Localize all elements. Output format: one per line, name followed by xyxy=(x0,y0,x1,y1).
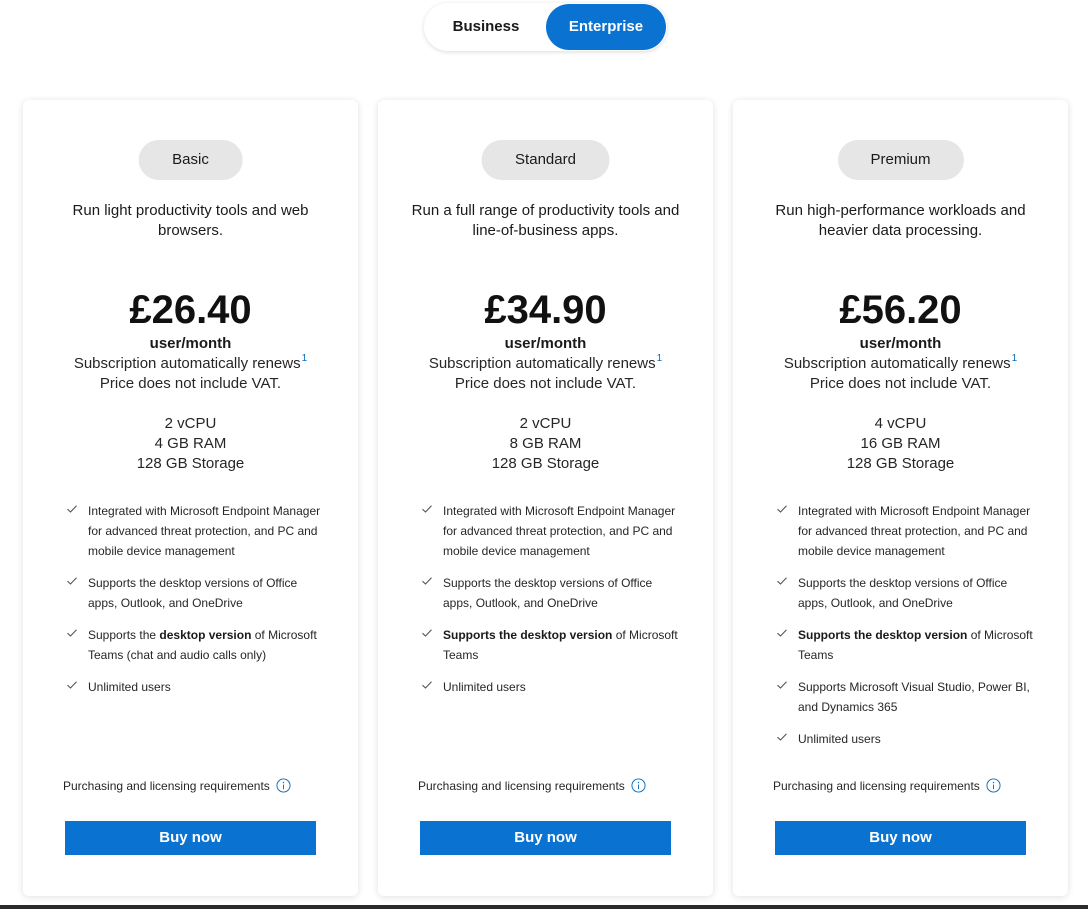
feature-text: Supports the xyxy=(88,628,160,642)
spec-cpu: 4 vCPU xyxy=(874,415,927,432)
feature-text: Integrated with Microsoft Endpoint Manag… xyxy=(798,504,1031,558)
checkmark-icon xyxy=(777,505,787,513)
business-toggle-button[interactable]: Business xyxy=(426,4,546,50)
renewal-text: Subscription automatically renews xyxy=(73,355,301,372)
feature-text: Integrated with Microsoft Endpoint Manag… xyxy=(443,504,676,558)
feature-list: Integrated with Microsoft Endpoint Manag… xyxy=(774,501,1036,761)
feature-text: Integrated with Microsoft Endpoint Manag… xyxy=(88,504,321,558)
spec-ram: 8 GB RAM xyxy=(509,435,582,452)
purchasing-requirements-link[interactable]: Purchasing and licensing requirements xyxy=(773,776,1001,796)
spec-storage: 128 GB Storage xyxy=(491,455,600,472)
plan-description: Run a full range of productivity tools a… xyxy=(411,202,680,239)
plan-specs: 2 vCPU 4 GB RAM 128 GB Storage xyxy=(23,414,358,474)
plan-description: Run high-performance workloads and heavi… xyxy=(775,202,1026,239)
buy-now-button[interactable]: Buy now xyxy=(420,821,671,855)
feature-list: Integrated with Microsoft Endpoint Manag… xyxy=(64,501,326,709)
checkmark-icon xyxy=(422,505,432,513)
spec-cpu: 2 vCPU xyxy=(519,415,572,432)
vat-note: Price does not include VAT. xyxy=(809,375,992,392)
price-unit: user/month xyxy=(504,335,587,352)
buy-now-button[interactable]: Buy now xyxy=(65,821,316,855)
checkmark-icon xyxy=(422,629,432,637)
purchasing-requirements-link[interactable]: Purchasing and licensing requirements xyxy=(418,776,646,796)
renewal-note: Subscription automatically renews1 xyxy=(23,354,358,374)
checkmark-icon xyxy=(777,577,787,585)
price-unit: user/month xyxy=(859,335,942,352)
renewal-note: Subscription automatically renews1 xyxy=(733,354,1068,374)
spec-cpu: 2 vCPU xyxy=(164,415,217,432)
spec-storage: 128 GB Storage xyxy=(136,455,245,472)
buy-now-button[interactable]: Buy now xyxy=(775,821,1026,855)
plan-card-standard: Standard Run a full range of productivit… xyxy=(378,100,713,896)
feature-text: Supports the desktop versions of Office … xyxy=(798,576,1008,610)
renewal-text: Subscription automatically renews xyxy=(428,355,656,372)
checkmark-icon xyxy=(67,577,77,585)
plan-price: £34.90 xyxy=(484,288,607,332)
feature-item: Unlimited users xyxy=(774,729,1036,749)
checkmark-icon xyxy=(777,629,787,637)
renewal-note: Subscription automatically renews1 xyxy=(378,354,713,374)
spec-ram: 16 GB RAM xyxy=(860,435,941,452)
feature-item: Supports the desktop versions of Office … xyxy=(64,573,326,613)
checkmark-icon xyxy=(422,577,432,585)
feature-text-emphasis: Supports the desktop version xyxy=(798,628,968,642)
feature-item: Integrated with Microsoft Endpoint Manag… xyxy=(64,501,326,561)
renewal-text: Subscription automatically renews xyxy=(783,355,1011,372)
spec-ram: 4 GB RAM xyxy=(154,435,227,452)
feature-item: Supports the desktop versions of Office … xyxy=(419,573,681,613)
feature-item: Supports Microsoft Visual Studio, Power … xyxy=(774,677,1036,717)
feature-item: Integrated with Microsoft Endpoint Manag… xyxy=(419,501,681,561)
info-icon[interactable] xyxy=(276,778,291,793)
checkmark-icon xyxy=(777,681,787,689)
feature-item: Supports the desktop version of Microsof… xyxy=(64,625,326,665)
vat-note: Price does not include VAT. xyxy=(454,375,637,392)
checkmark-icon xyxy=(67,681,77,689)
enterprise-toggle-button[interactable]: Enterprise xyxy=(546,4,666,50)
feature-item: Integrated with Microsoft Endpoint Manag… xyxy=(774,501,1036,561)
checkmark-icon xyxy=(777,733,787,741)
price-unit: user/month xyxy=(149,335,232,352)
info-icon[interactable] xyxy=(631,778,646,793)
plan-specs: 2 vCPU 8 GB RAM 128 GB Storage xyxy=(378,414,713,474)
feature-list: Integrated with Microsoft Endpoint Manag… xyxy=(419,501,681,709)
feature-item: Supports the desktop versions of Office … xyxy=(774,573,1036,613)
footnote-link[interactable]: 1 xyxy=(657,353,663,364)
feature-text-emphasis: desktop version xyxy=(159,628,252,642)
plan-name-badge: Premium xyxy=(837,140,964,180)
checkmark-icon xyxy=(67,505,77,513)
checkmark-icon xyxy=(67,629,77,637)
feature-item: Supports the desktop version of Microsof… xyxy=(774,625,1036,665)
feature-item: Unlimited users xyxy=(64,677,326,697)
checkmark-icon xyxy=(422,681,432,689)
plan-name-badge: Basic xyxy=(138,140,243,180)
plan-card-premium: Premium Run high-performance workloads a… xyxy=(733,100,1068,896)
feature-text: Supports the desktop versions of Office … xyxy=(88,576,298,610)
page-bottom-border xyxy=(0,905,1088,909)
feature-text: Unlimited users xyxy=(798,732,881,746)
purchasing-requirements-link[interactable]: Purchasing and licensing requirements xyxy=(63,776,291,796)
requirements-label: Purchasing and licensing requirements xyxy=(773,779,980,793)
requirements-label: Purchasing and licensing requirements xyxy=(418,779,625,793)
feature-text: Unlimited users xyxy=(88,680,171,694)
plan-price: £56.20 xyxy=(839,288,962,332)
spec-storage: 128 GB Storage xyxy=(846,455,955,472)
info-icon[interactable] xyxy=(986,778,1001,793)
plan-name-badge: Standard xyxy=(481,140,610,180)
footnote-link[interactable]: 1 xyxy=(302,353,308,364)
feature-text: Supports Microsoft Visual Studio, Power … xyxy=(798,680,1030,714)
plan-card-basic: Basic Run light productivity tools and w… xyxy=(23,100,358,896)
feature-item: Supports the desktop version of Microsof… xyxy=(419,625,681,665)
feature-text: Supports the desktop versions of Office … xyxy=(443,576,653,610)
pricing-page: Business Enterprise Basic Run light prod… xyxy=(0,0,1088,909)
plan-description: Run light productivity tools and web bro… xyxy=(72,202,309,239)
feature-text-emphasis: Supports the desktop version xyxy=(443,628,613,642)
feature-text: Unlimited users xyxy=(443,680,526,694)
footnote-link[interactable]: 1 xyxy=(1012,353,1018,364)
plan-type-toggle: Business Enterprise xyxy=(424,3,667,51)
plan-price: £26.40 xyxy=(129,288,252,332)
requirements-label: Purchasing and licensing requirements xyxy=(63,779,270,793)
plan-specs: 4 vCPU 16 GB RAM 128 GB Storage xyxy=(733,414,1068,474)
vat-note: Price does not include VAT. xyxy=(99,375,282,392)
feature-item: Unlimited users xyxy=(419,677,681,697)
